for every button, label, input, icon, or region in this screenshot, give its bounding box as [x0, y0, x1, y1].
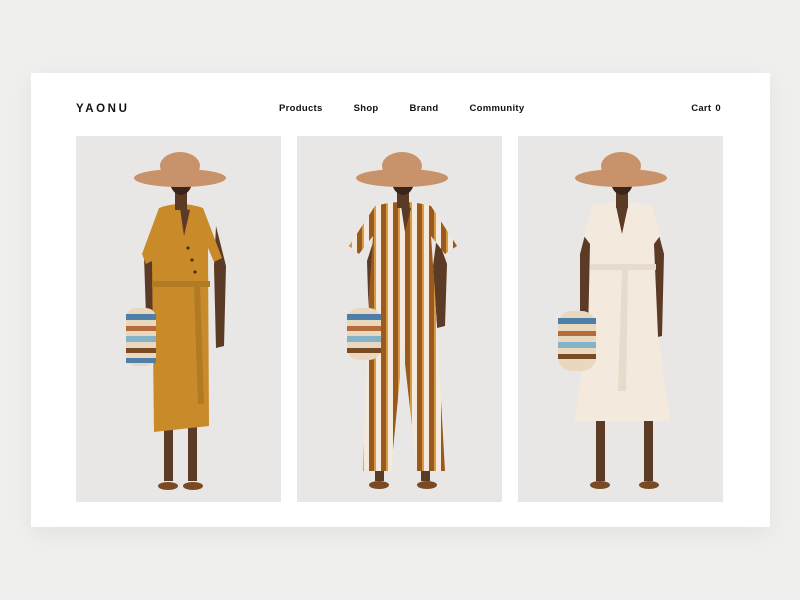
product-grid: [76, 136, 723, 502]
nav-item-brand[interactable]: Brand: [410, 103, 439, 114]
mustard-dress-photo: [76, 136, 281, 502]
cart-label: Cart: [691, 103, 712, 114]
main-nav: Products Shop Brand Community: [279, 103, 524, 114]
product-card-mustard-dress[interactable]: [76, 136, 281, 502]
nav-item-products[interactable]: Products: [279, 103, 323, 114]
brand-logo[interactable]: YAONU: [76, 103, 129, 115]
cart-link[interactable]: Cart 0: [691, 103, 721, 114]
storefront-card: YAONU Products Shop Brand Community Cart…: [31, 73, 770, 527]
cart-count: 0: [715, 103, 721, 114]
cream-dress-photo: [518, 136, 723, 502]
nav-item-community[interactable]: Community: [469, 103, 524, 114]
product-card-striped-jumpsuit[interactable]: [297, 136, 502, 502]
nav-item-shop[interactable]: Shop: [354, 103, 379, 114]
striped-jumpsuit-photo: [297, 136, 502, 502]
product-card-cream-dress[interactable]: [518, 136, 723, 502]
